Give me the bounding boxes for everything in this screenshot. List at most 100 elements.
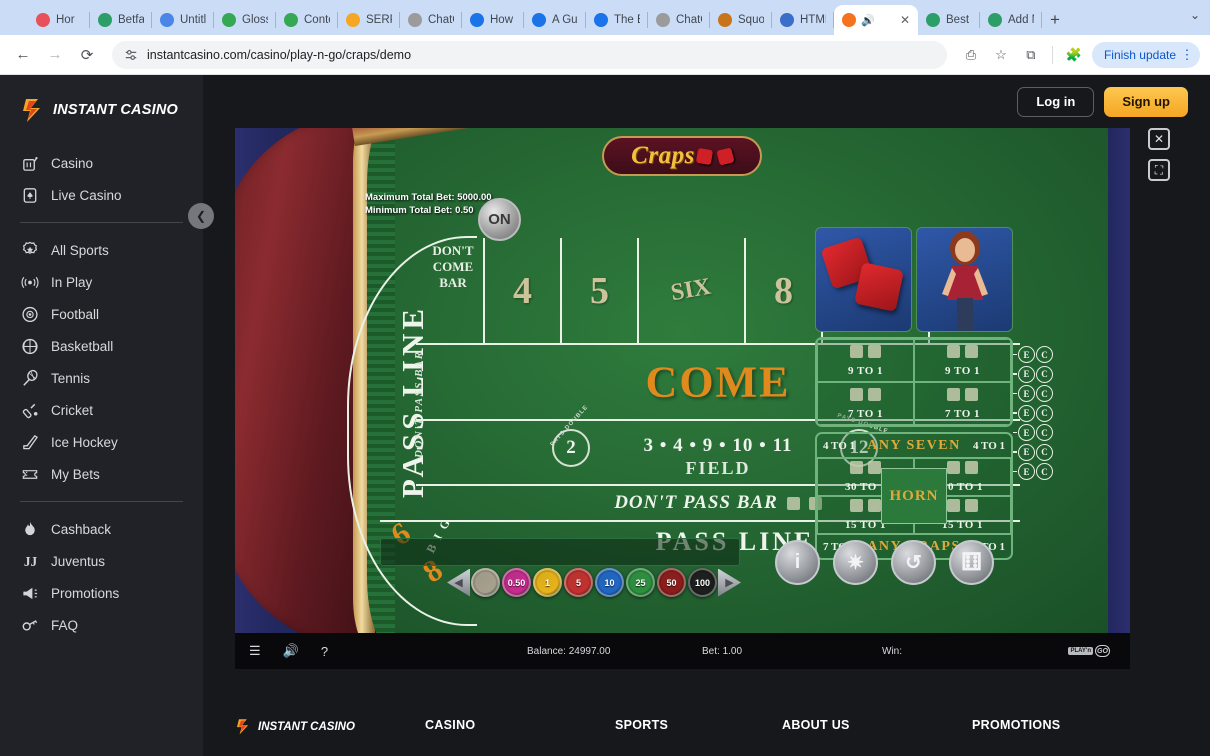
place-bet-4[interactable]: 4 [483,238,560,343]
chip-5[interactable]: 5 [564,568,593,597]
browser-tab[interactable]: ChatG [648,5,710,35]
sidebar-item-all-sports[interactable]: All Sports [0,234,203,266]
browser-tab[interactable]: SERP [338,5,400,35]
side-panel-icon[interactable]: ⧉ [1019,43,1043,67]
chip-25[interactable]: 25 [626,568,655,597]
sidebar-item-live-casino[interactable]: Live Casino [0,179,203,211]
sidebar-item-basketball[interactable]: Basketball [0,330,203,362]
sidebar-item-juventus[interactable]: JJ Juventus [0,545,203,577]
hard-ten-bet[interactable]: 9 TO 1 [914,339,1011,382]
sidebar-item-cricket[interactable]: Cricket [0,394,203,426]
c-and-e-row[interactable]: EC [1013,443,1059,461]
forward-arrow-icon[interactable]: → [42,42,68,68]
chip-100[interactable]: 100 [688,568,717,597]
c-bet-circle[interactable]: C [1036,463,1053,480]
c-and-e-row[interactable]: EC [1013,365,1059,383]
new-tab-button[interactable]: + [1042,7,1068,33]
c-and-e-bets[interactable]: ECECECECECECEC [1013,346,1059,483]
undo-button[interactable]: ↺ [891,540,936,585]
hard-four-bet[interactable]: 9 TO 1 [817,339,914,382]
chip-10[interactable]: 10 [595,568,624,597]
c-bet-circle[interactable]: C [1036,443,1053,461]
place-bet-six[interactable]: SIX [637,238,744,343]
chevron-down-icon[interactable]: ⌄ [1190,8,1200,22]
extension-icon[interactable]: 🧩 [1062,43,1086,67]
sidebar-item-tennis[interactable]: Tennis [0,362,203,394]
sidebar-item-in-play[interactable]: In Play [0,266,203,298]
browser-tab[interactable]: 🔊 ✕ [834,5,918,35]
speaker-icon[interactable]: 🔊 [861,14,875,27]
close-icon[interactable]: ✕ [1148,128,1170,150]
e-bet-circle[interactable]: E [1018,463,1035,480]
sidebar-item-football[interactable]: Football [0,298,203,330]
c-bet-circle[interactable]: C [1036,385,1053,402]
clear-chip[interactable] [471,568,500,597]
tune-icon[interactable] [124,48,138,62]
hard-six-bet[interactable]: 7 TO 1 [817,382,914,425]
star-icon[interactable]: ☆ [989,43,1013,67]
e-bet-circle[interactable]: E [1018,365,1035,383]
sidebar-logo[interactable]: INSTANT CASINO [0,75,203,123]
c-and-e-row[interactable]: EC [1013,346,1059,363]
close-icon[interactable]: ✕ [900,13,910,27]
e-bet-circle[interactable]: E [1018,443,1035,461]
c-and-e-row[interactable]: EC [1013,463,1059,480]
roll-dice-button[interactable]: ⚅ [949,540,994,585]
browser-tab[interactable]: Betfai [90,5,152,35]
c-and-e-row[interactable]: EC [1013,404,1059,422]
any-seven-bet[interactable]: 4 TO 1 ANY SEVEN 4 TO 1 [817,434,1011,458]
e-bet-circle[interactable]: E [1018,385,1035,402]
chip-prev-button[interactable]: ◀ [447,568,470,597]
address-bar[interactable]: instantcasino.com/casino/play-n-go/craps… [112,40,947,69]
browser-tab[interactable]: The B [586,5,648,35]
e-bet-circle[interactable]: E [1018,346,1035,363]
login-button[interactable]: Log in [1017,86,1095,117]
c-and-e-row[interactable]: EC [1013,424,1059,441]
browser-tab[interactable]: Conte [276,5,338,35]
info-button[interactable]: i [775,540,820,585]
sidebar-item-casino[interactable]: Casino [0,147,203,179]
game-frame[interactable]: Craps Maximum Total Bet: 5000.00 Minimum… [235,128,1130,633]
settings-button[interactable]: ✷ [833,540,878,585]
question-mark-icon[interactable]: ? [321,644,328,659]
sidebar-item-cashback[interactable]: Cashback [0,513,203,545]
signup-button[interactable]: Sign up [1104,86,1188,117]
hard-eight-bet[interactable]: 7 TO 1 [914,382,1011,425]
place-bet-5[interactable]: 5 [560,238,637,343]
footer-logo[interactable]: INSTANT CASINO [235,718,425,735]
browser-tab[interactable]: Hor [28,5,90,35]
back-arrow-icon[interactable]: ← [10,42,36,68]
browser-tab[interactable]: Squor [710,5,772,35]
browser-tab[interactable]: How t [462,5,524,35]
sidebar-collapse-button[interactable]: ❮ [188,203,214,229]
browser-tab[interactable]: HTML [772,5,834,35]
browser-tab[interactable]: Untitl [152,5,214,35]
chip-50[interactable]: 50 [657,568,686,597]
e-bet-circle[interactable]: E [1018,404,1035,422]
dont-come-bar-area[interactable]: DON'T COME BAR [423,243,483,291]
browser-tab[interactable]: Gloss [214,5,276,35]
speaker-icon[interactable]: 🔊 [283,643,299,659]
chip-next-button[interactable]: ▶ [718,568,741,597]
chip-1[interactable]: 1 [533,568,562,597]
finish-update-button[interactable]: Finish update ⋮ [1091,41,1200,68]
place-bet-8[interactable]: 8 [744,238,821,343]
c-bet-circle[interactable]: C [1036,424,1053,441]
e-bet-circle[interactable]: E [1018,424,1035,441]
sidebar-item-ice-hockey[interactable]: Ice Hockey [0,426,203,458]
sidebar-item-promotions[interactable]: Promotions [0,577,203,609]
browser-tab[interactable]: Add N [980,5,1042,35]
c-bet-circle[interactable]: C [1036,346,1053,363]
sidebar-item-my-bets[interactable]: My Bets [0,458,203,490]
browser-tab[interactable]: Best L [918,5,980,35]
kebab-menu-icon[interactable]: ⋮ [1180,43,1194,67]
c-bet-circle[interactable]: C [1036,404,1053,422]
c-bet-circle[interactable]: C [1036,365,1053,383]
bet-input-strip[interactable] [380,538,740,566]
c-and-e-row[interactable]: EC [1013,385,1059,402]
horn-bet[interactable]: HORN [881,468,947,524]
reload-icon[interactable]: ⟳ [74,42,100,68]
chip-050[interactable]: 0.50 [502,568,531,597]
fullscreen-icon[interactable]: ⛶ [1148,159,1170,181]
hamburger-menu-icon[interactable]: ☰ [249,643,261,659]
